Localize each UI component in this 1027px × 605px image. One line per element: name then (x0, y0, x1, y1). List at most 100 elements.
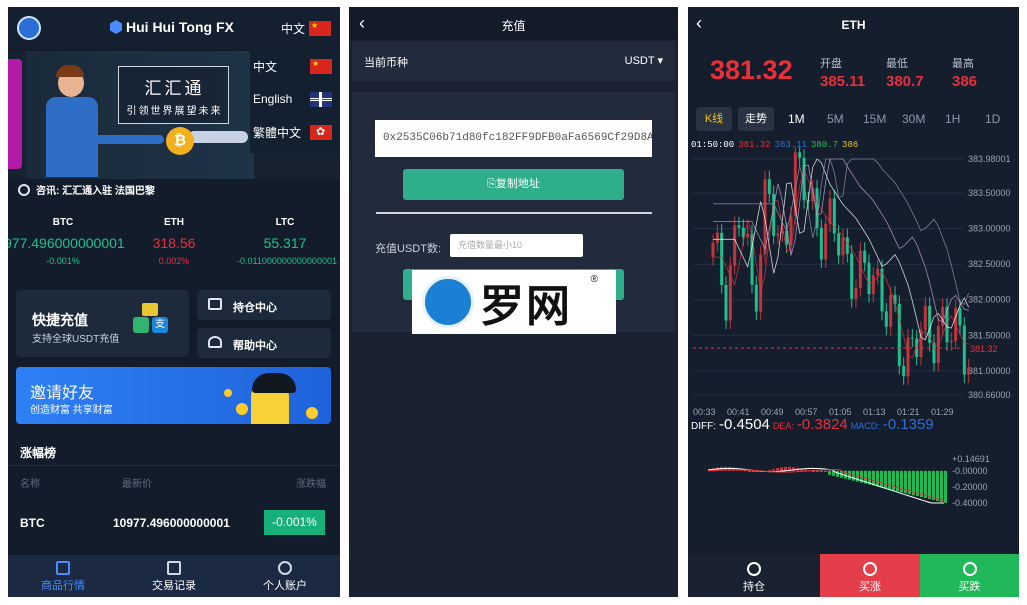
divider (8, 465, 340, 466)
coin-icon (224, 389, 232, 397)
stat-label: 最低 (886, 58, 908, 70)
tab-kline[interactable]: K线 (696, 107, 732, 131)
timeframe-30m[interactable]: 30M (902, 112, 925, 126)
ranking-header-name: 名称 (20, 479, 40, 490)
brand: Hui Hui Tong FX (110, 19, 234, 35)
timeframe-15m[interactable]: 15M (863, 112, 886, 126)
macd-bar (772, 468, 775, 471)
page-title: ETH (841, 18, 866, 32)
candle (967, 367, 971, 375)
macd-bar (920, 470, 923, 498)
ticker-price: 977.496000000001 (8, 235, 125, 251)
language-option-zh-hant[interactable]: 繁體中文 (250, 117, 340, 147)
copy-icon: ⎘ (487, 178, 496, 190)
help-center-button[interactable]: 帮助中心 (197, 328, 331, 358)
yen-up-icon (863, 562, 877, 576)
language-option-label: 中文 (253, 59, 278, 74)
candle (724, 284, 728, 321)
timeframe-1h[interactable]: 1H (945, 112, 960, 126)
handshake-arm (94, 135, 164, 144)
candle (902, 365, 906, 377)
tab-account[interactable]: 个人账户 (230, 555, 340, 597)
ticker-change: 0.002% (158, 256, 190, 266)
candle (845, 237, 849, 254)
ranking-row-name[interactable]: BTC (20, 516, 45, 530)
candle (958, 308, 962, 326)
candle (798, 152, 802, 158)
globe-icon (18, 183, 30, 196)
ticker-eth[interactable]: ETH 318.56 0.002% (119, 217, 229, 266)
macd-bar (748, 470, 751, 472)
currency-select[interactable]: USDT ▾ (625, 54, 663, 67)
news-text: 咨讯: 汇汇通入驻 法国巴黎 (36, 186, 155, 197)
ticker-name: ETH (164, 217, 184, 228)
brand-name: Hui Hui Tong FX (126, 19, 234, 35)
y-tick-label: 383.98001 (968, 154, 1011, 164)
stat-label: 最高 (952, 58, 974, 70)
copy-address-label: 复制地址 (495, 178, 540, 190)
buy-down-button[interactable]: 买跌 (920, 554, 1019, 597)
card-icon (142, 303, 158, 316)
home-tabbar: 商品行情 交易记录 个人账户 (8, 555, 340, 597)
positions-button[interactable]: 持仓 (688, 554, 820, 597)
language-option-zh[interactable]: 中文 (250, 51, 340, 81)
candle (854, 287, 858, 299)
tab-trend[interactable]: 走势 (738, 107, 774, 131)
alipay-icon: 支 (152, 317, 168, 333)
ticker-ltc[interactable]: LTC 55.317 -0.011000000000000001 (230, 217, 340, 266)
amount-input[interactable]: 充值数量最小10 (450, 234, 583, 257)
layers-icon (747, 562, 761, 576)
ticker-btc[interactable]: BTC 977.496000000001 -0.001% (8, 217, 125, 266)
robot-arm (188, 131, 248, 143)
macd-bar (928, 470, 931, 499)
language-label: 中文 (281, 22, 306, 36)
home-screen: Hui Hui Tong FX 中文 汇汇通 引领世界展望未来 ₿ 中文 Eng… (8, 7, 340, 597)
tab-market[interactable]: 商品行情 (8, 555, 118, 597)
macd-bar (820, 470, 823, 472)
macd-value: -0.1359 (882, 416, 934, 433)
macd-bar (836, 470, 839, 477)
macd-bar (872, 470, 875, 486)
candle (867, 262, 871, 295)
stat-low: 最低 380.7 (886, 55, 924, 90)
timeframe-1d[interactable]: 1D (985, 112, 1000, 126)
document-icon (167, 561, 181, 575)
coin-icon (306, 407, 318, 419)
language-option-en[interactable]: English (250, 84, 340, 114)
ticker-change: -0.001% (46, 256, 80, 266)
candle (776, 233, 780, 236)
tab-label: 个人账户 (263, 580, 307, 592)
timeframe-1m[interactable]: 1M (788, 112, 805, 126)
divider (376, 212, 652, 214)
macd-bar (916, 470, 919, 497)
invite-banner[interactable]: 邀请好友 创造财富 共享财富 (16, 367, 331, 424)
ticker-name: LTC (275, 217, 295, 228)
news-bar[interactable]: 咨讯: 汇汇通入驻 法国巴黎 (18, 182, 155, 197)
language-switch[interactable]: 中文 (281, 20, 332, 37)
user-icon (278, 561, 292, 575)
bitcoin-coin-icon: ₿ (166, 127, 194, 155)
timeframe-5m[interactable]: 5M (827, 112, 844, 126)
candle (754, 284, 758, 312)
chart-header: ‹ ETH (688, 7, 1019, 43)
currency-selector[interactable]: 当前币种 USDT ▾ (352, 41, 675, 81)
copy-address-button[interactable]: ⎘复制地址 (403, 169, 624, 200)
y-tick-label: 383.00000 (968, 224, 1011, 234)
macd-bar (940, 470, 943, 502)
ranking-header-change: 涨跌幅 (296, 479, 326, 490)
caret-down-icon: ▾ (657, 55, 663, 67)
current-price: 381.32 (710, 55, 793, 85)
wallet-address-field[interactable]: 0x2535C06b71d80fc182FF9DFB0aFa6569Cf29D8… (375, 120, 652, 157)
macd-bar (824, 470, 827, 472)
buy-up-button[interactable]: 买涨 (820, 554, 920, 597)
stat-open: 开盘 385.11 (820, 55, 865, 90)
position-center-button[interactable]: 持仓中心 (197, 290, 331, 320)
tab-records[interactable]: 交易记录 (119, 555, 229, 597)
ranking-row-price: 10977.496000000001 (113, 516, 230, 530)
candlestick-chart[interactable]: 383.98001 383.50000 383.00000 382.50000 382.… (688, 147, 1019, 417)
macd-label: MACD: (850, 421, 880, 431)
quick-deposit-card[interactable]: 快捷充值 支持全球USDT充值 支 (16, 290, 189, 357)
candle (945, 306, 949, 343)
stat-label: 开盘 (820, 58, 842, 70)
ticker-change: -0.011000000000000001 (237, 256, 337, 266)
